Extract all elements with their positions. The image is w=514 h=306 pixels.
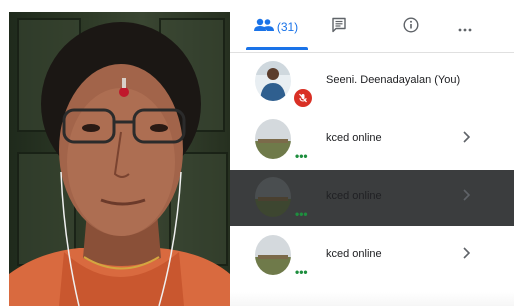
avatar (255, 119, 291, 159)
avatar (255, 235, 291, 275)
avatar (255, 177, 291, 217)
tab-people[interactable]: (31) (246, 14, 306, 40)
tab-chat[interactable] (326, 14, 352, 40)
participant-figure (9, 22, 230, 306)
chat-icon (331, 17, 347, 38)
participant-row[interactable]: ••• kced online (230, 228, 514, 284)
people-icon (253, 18, 274, 37)
speaking-indicator-icon: ••• (295, 207, 308, 221)
mic-off-icon (294, 89, 312, 107)
participant-count: (31) (276, 20, 299, 34)
self-video-tile[interactable] (9, 12, 230, 306)
participant-row[interactable]: ••• kced online (230, 170, 514, 226)
participant-name: kced online (326, 190, 382, 202)
speaking-indicator-icon: ••• (295, 149, 308, 163)
active-tab-indicator (246, 47, 308, 50)
chevron-right-icon[interactable] (462, 130, 471, 146)
info-icon (403, 16, 419, 38)
tab-info[interactable] (398, 14, 424, 40)
participant-name: kced online (326, 248, 382, 260)
participant-row-self[interactable]: Seeni. Deenadayalan (You) (230, 54, 514, 110)
side-panel: (31) Seeni. Deenadayalan (You) ••• kced … (230, 0, 514, 306)
speaking-indicator-icon: ••• (295, 265, 308, 279)
avatar (255, 61, 291, 101)
more-options-button[interactable] (452, 14, 478, 40)
list-bottom-fade (230, 292, 514, 306)
participant-row[interactable]: ••• kced online (230, 112, 514, 168)
more-horiz-icon (458, 19, 472, 35)
panel-tabs: (31) (230, 0, 514, 53)
participant-name: kced online (326, 132, 382, 144)
participant-name: Seeni. Deenadayalan (You) (326, 74, 461, 86)
chevron-right-icon[interactable] (462, 188, 471, 204)
chevron-right-icon[interactable] (462, 246, 471, 262)
